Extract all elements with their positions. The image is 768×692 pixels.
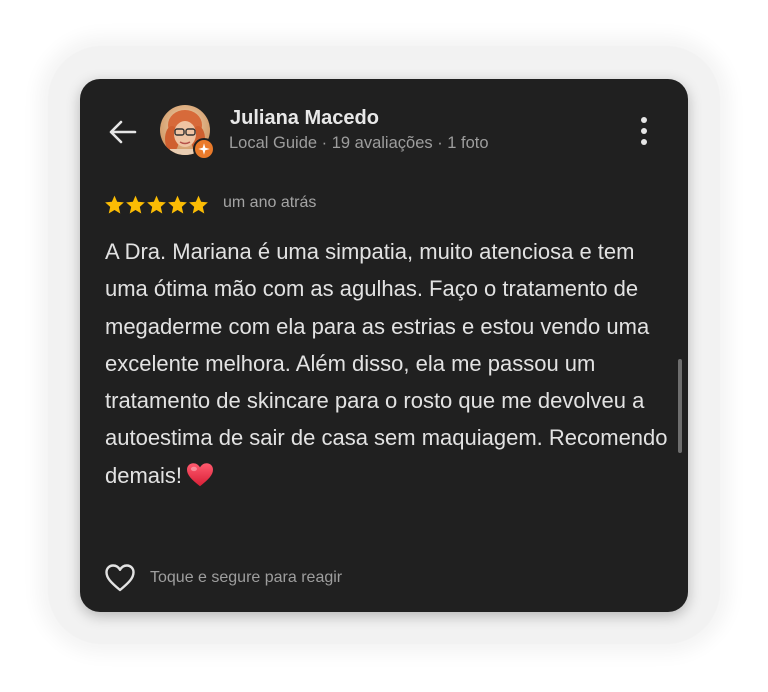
- local-guide-star-icon: [198, 143, 210, 155]
- star-icon: [147, 195, 166, 214]
- review-date: um ano atrás: [223, 194, 317, 211]
- star-icon: [168, 195, 187, 214]
- back-button[interactable]: [106, 115, 140, 149]
- star-rating: [104, 191, 209, 217]
- react-button[interactable]: Toque e segure para reagir: [104, 562, 342, 594]
- scrollbar[interactable]: [678, 359, 682, 453]
- reviewer-name[interactable]: Juliana Macedo: [230, 107, 379, 130]
- react-label: Toque e segure para reagir: [150, 569, 343, 586]
- star-icon: [105, 195, 124, 214]
- local-guide-badge: [193, 138, 215, 160]
- heart-outline-icon: [105, 564, 135, 592]
- review-body: A Dra. Mariana é uma simpatia, muito ate…: [105, 239, 668, 488]
- review-card: Juliana Macedo Local Guide · 19 avaliaçõ…: [80, 79, 688, 612]
- review-text: A Dra. Mariana é uma simpatia, muito ate…: [105, 233, 675, 494]
- star-icon: [189, 195, 208, 214]
- back-arrow-icon: [109, 120, 137, 144]
- red-heart-emoji-icon: [187, 463, 214, 487]
- more-vert-icon: [641, 117, 647, 145]
- reviewer-meta: Local Guide · 19 avaliações · 1 foto: [229, 134, 489, 152]
- reviewer-avatar: [160, 105, 215, 160]
- star-icon: [126, 195, 145, 214]
- more-options-button[interactable]: [630, 115, 658, 147]
